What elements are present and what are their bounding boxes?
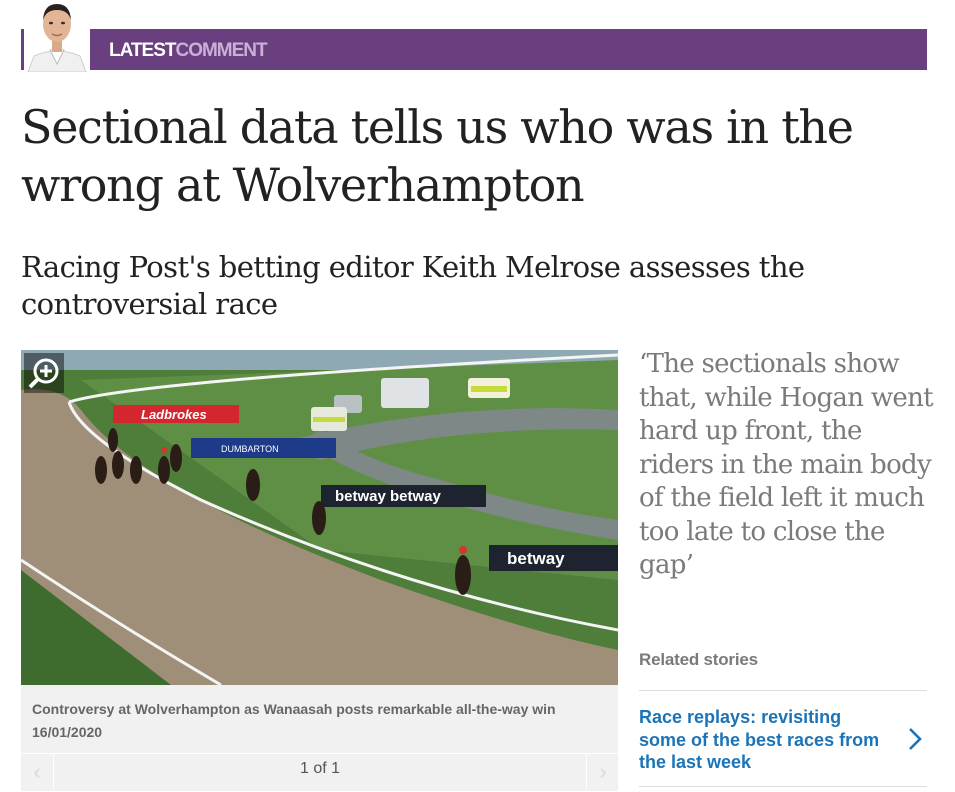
gallery-next-button[interactable]: › [586,754,619,790]
pull-quote: ‘The sectionals show that, while Hogan w… [639,349,934,580]
author-avatar [24,0,90,72]
gallery-counter: 1 of 1 [299,760,341,777]
race-photo-image: Ladbrokes DUMBARTON betway betway betway [21,350,618,685]
related-stories-heading: Related stories [639,650,758,669]
banner-label-main: LATEST [109,40,176,61]
zoom-button[interactable] [24,353,64,393]
zoom-in-icon [28,358,59,389]
photo-caption: Controversy at Wolverhampton as Wanaasah… [32,701,556,740]
photo-sign-betway-1: betway betway [335,488,442,505]
chevron-right-icon: › [599,759,607,784]
photo-sign-ladbrokes: Ladbrokes [141,407,207,422]
chevron-right-icon[interactable] [905,726,925,752]
article-headline: Sectional data tells us who was in the w… [21,100,854,212]
author-avatar-image [24,0,90,72]
related-story-link[interactable]: Race replays: revisiting some of the bes… [639,706,889,774]
banner-label: LATESTCOMMENT [109,40,268,62]
divider [639,690,927,691]
article-standfirst: Racing Post's betting editor Keith Melro… [21,250,805,321]
photo-sign-dumbarton: DUMBARTON [221,444,279,454]
chevron-left-icon: ‹ [33,759,41,784]
gallery-prev-button[interactable]: ‹ [21,754,54,790]
race-photo[interactable]: Ladbrokes DUMBARTON betway betway betway [21,350,618,685]
photo-sign-betway-2: betway [507,549,565,568]
banner-label-accent: COMMENT [175,40,267,61]
divider [639,786,927,787]
